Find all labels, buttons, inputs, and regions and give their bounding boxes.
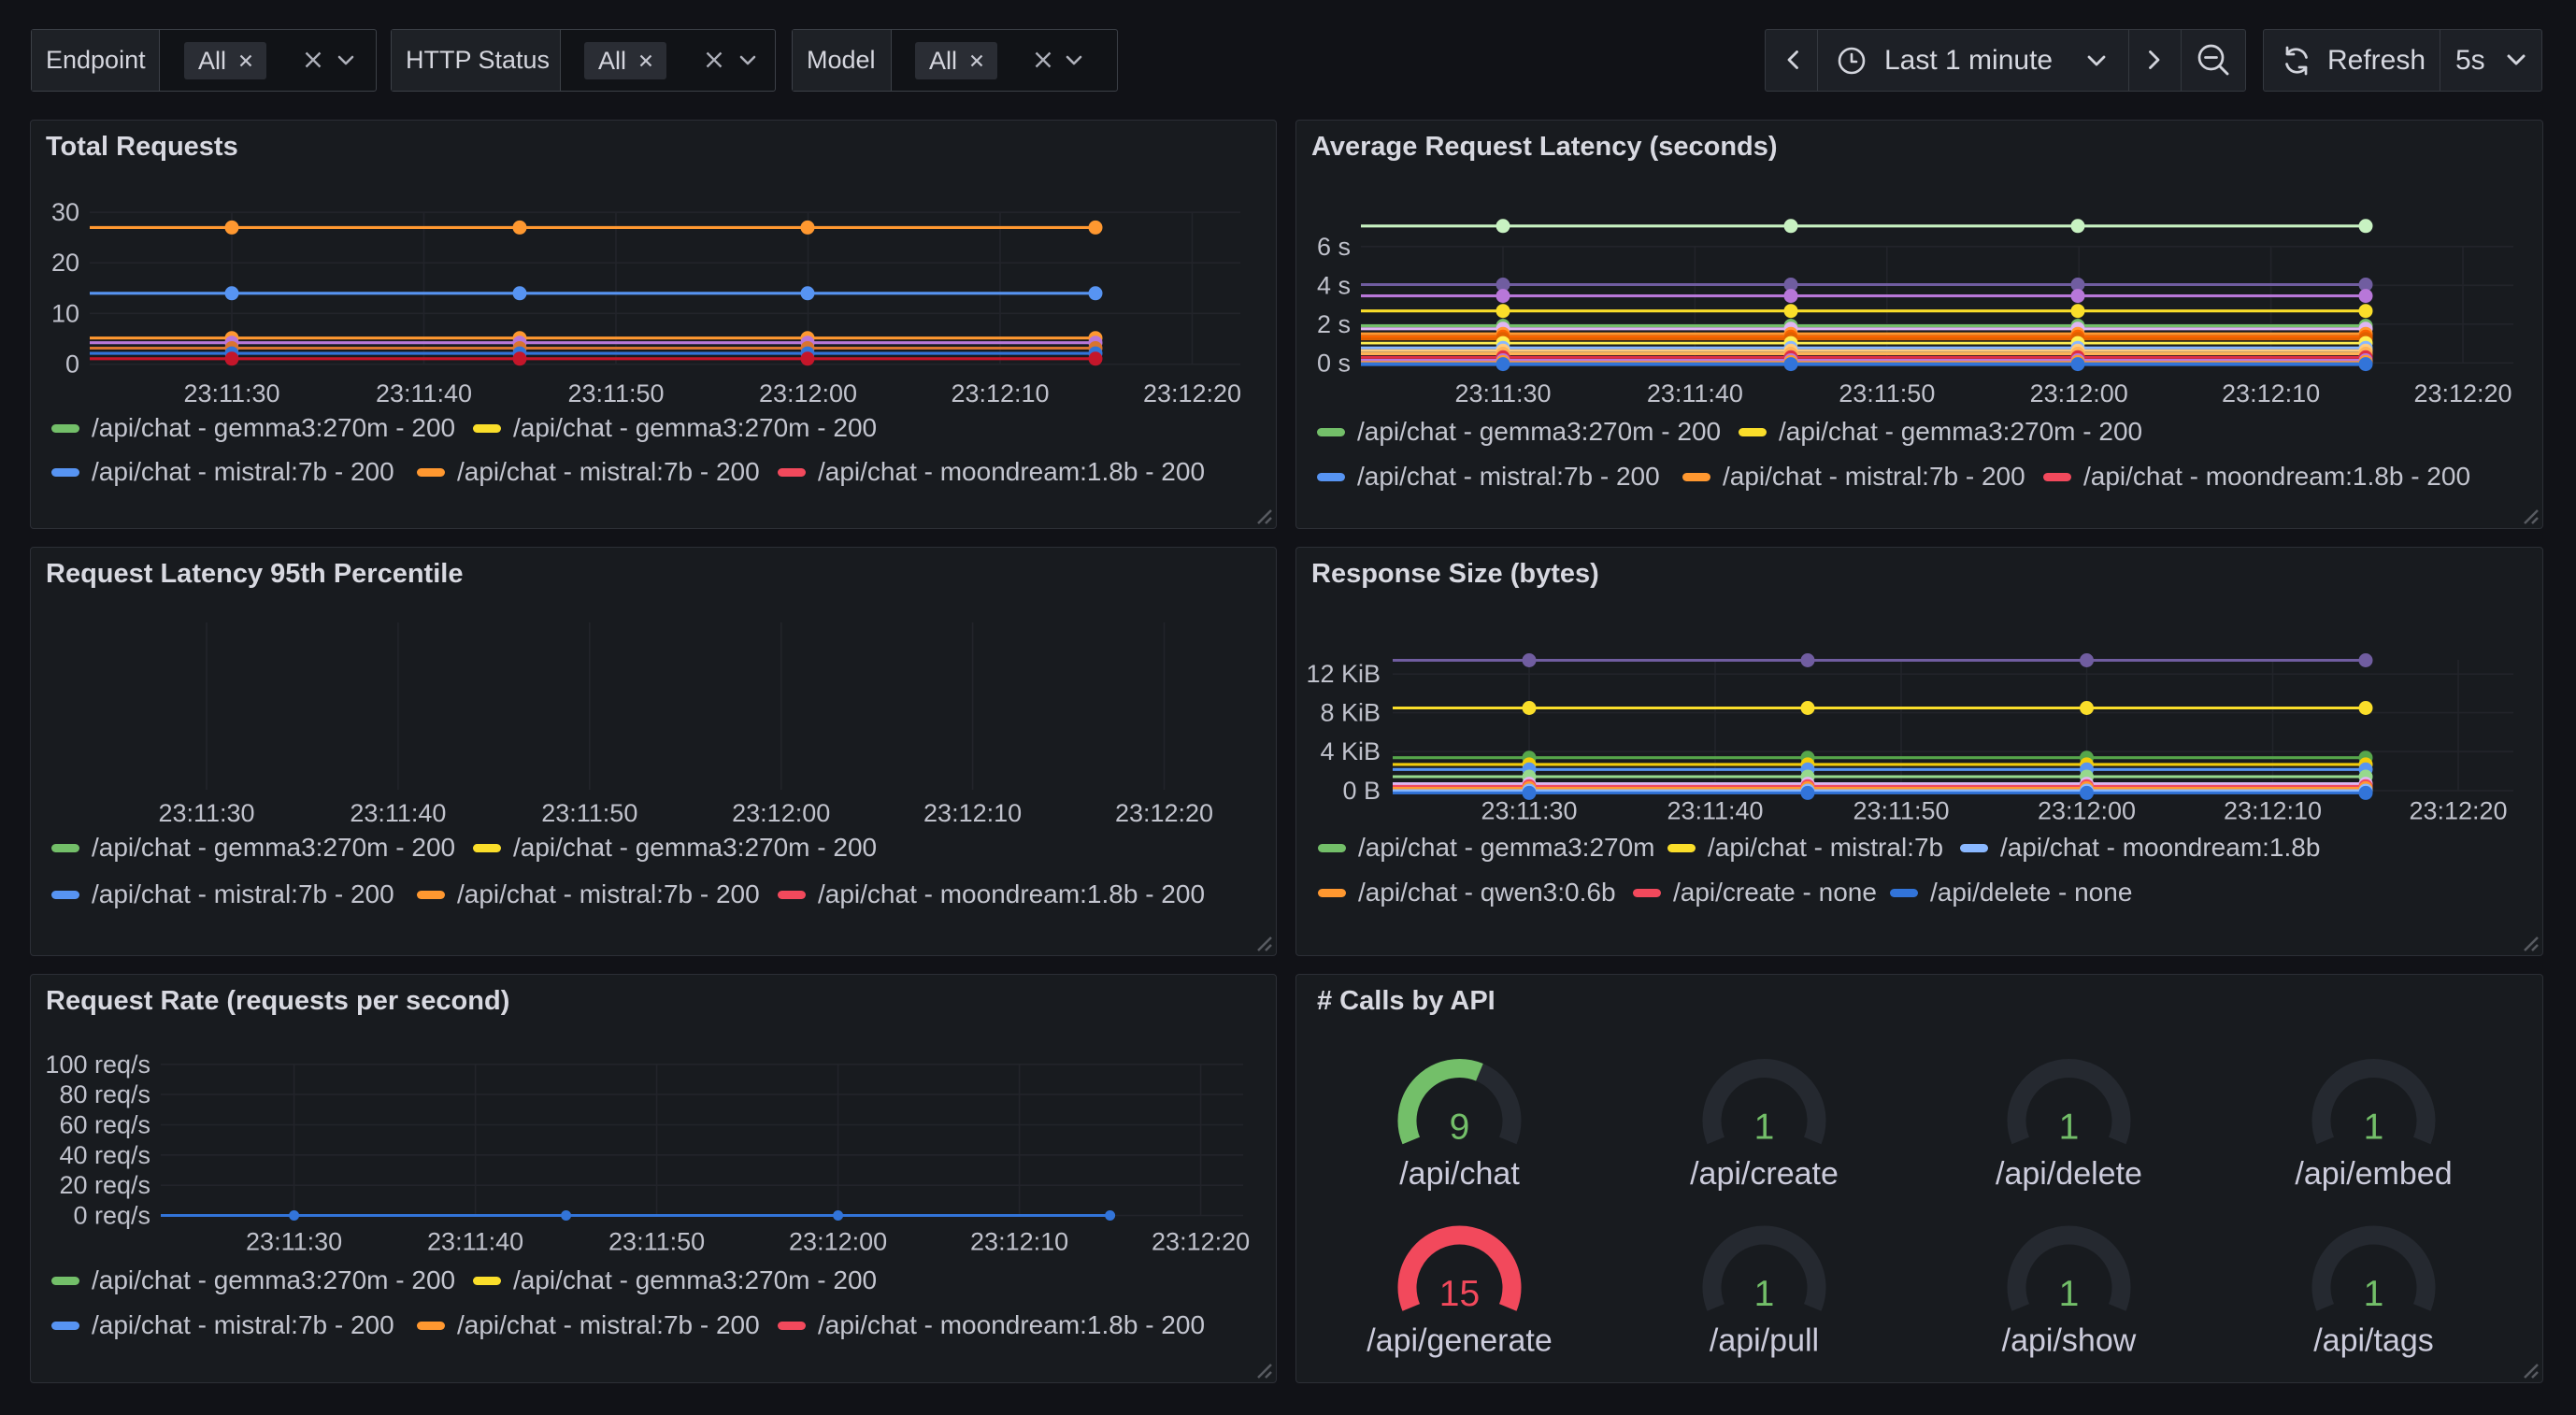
svg-text:23:12:00: 23:12:00 — [789, 1228, 887, 1256]
svg-text:80 req/s: 80 req/s — [59, 1080, 150, 1108]
svg-text:1: 1 — [2364, 1108, 2384, 1148]
svg-text:23:12:00: 23:12:00 — [2038, 797, 2136, 825]
svg-text:/api/tags: /api/tags — [2313, 1323, 2434, 1359]
svg-text:4 s: 4 s — [1317, 271, 1351, 299]
svg-text:23:11:50: 23:11:50 — [1839, 379, 1935, 407]
svg-text:1: 1 — [2364, 1274, 2384, 1314]
svg-text:15: 15 — [1439, 1274, 1480, 1314]
svg-text:/api/delete: /api/delete — [1996, 1156, 2142, 1192]
svg-text:100 req/s: 100 req/s — [45, 1051, 150, 1079]
svg-text:23:11:30: 23:11:30 — [183, 379, 279, 407]
svg-text:10: 10 — [51, 299, 79, 327]
svg-text:0 req/s: 0 req/s — [73, 1202, 150, 1230]
svg-text:23:11:30: 23:11:30 — [158, 799, 254, 827]
svg-text:8 KiB: 8 KiB — [1320, 699, 1381, 727]
svg-text:23:12:20: 23:12:20 — [2413, 379, 2512, 407]
svg-text:23:12:00: 23:12:00 — [759, 379, 857, 407]
svg-text:23:12:20: 23:12:20 — [2409, 797, 2507, 825]
svg-text:23:11:50: 23:11:50 — [608, 1228, 705, 1256]
svg-text:23:11:40: 23:11:40 — [350, 799, 446, 827]
svg-text:23:12:10: 23:12:10 — [923, 799, 1022, 827]
svg-text:23:12:10: 23:12:10 — [970, 1228, 1068, 1256]
svg-text:23:12:10: 23:12:10 — [951, 379, 1049, 407]
svg-text:23:11:30: 23:11:30 — [1454, 379, 1551, 407]
svg-text:/api/chat: /api/chat — [1399, 1156, 1520, 1192]
svg-text:23:11:50: 23:11:50 — [567, 379, 664, 407]
svg-text:20 req/s: 20 req/s — [59, 1171, 150, 1199]
svg-text:30: 30 — [51, 198, 79, 226]
svg-text:23:11:30: 23:11:30 — [1481, 797, 1577, 825]
svg-text:23:11:40: 23:11:40 — [1647, 379, 1743, 407]
svg-text:23:12:20: 23:12:20 — [1143, 379, 1241, 407]
svg-text:1: 1 — [1754, 1108, 1775, 1148]
svg-text:23:12:00: 23:12:00 — [732, 799, 830, 827]
svg-text:2 s: 2 s — [1317, 310, 1351, 338]
svg-text:23:12:10: 23:12:10 — [2222, 379, 2320, 407]
svg-text:/api/embed: /api/embed — [2295, 1156, 2452, 1192]
svg-text:/api/create: /api/create — [1690, 1156, 1839, 1192]
svg-text:1: 1 — [2059, 1108, 2080, 1148]
svg-text:4 KiB: 4 KiB — [1320, 737, 1381, 765]
svg-text:12 KiB: 12 KiB — [1306, 660, 1381, 688]
svg-text:/api/pull: /api/pull — [1710, 1323, 1819, 1359]
svg-text:23:11:40: 23:11:40 — [427, 1228, 523, 1256]
svg-text:23:11:40: 23:11:40 — [1667, 797, 1763, 825]
svg-text:9: 9 — [1450, 1108, 1470, 1148]
svg-text:23:11:40: 23:11:40 — [376, 379, 472, 407]
svg-text:20: 20 — [51, 249, 79, 277]
svg-text:23:11:30: 23:11:30 — [246, 1228, 342, 1256]
svg-text:1: 1 — [1754, 1274, 1775, 1314]
svg-text:60 req/s: 60 req/s — [59, 1111, 150, 1139]
svg-text:23:12:00: 23:12:00 — [2030, 379, 2128, 407]
svg-text:23:11:50: 23:11:50 — [541, 799, 637, 827]
svg-text:0 B: 0 B — [1342, 777, 1381, 805]
svg-text:0: 0 — [65, 350, 79, 379]
svg-text:/api/show: /api/show — [2002, 1323, 2137, 1359]
svg-text:23:11:50: 23:11:50 — [1853, 797, 1949, 825]
svg-text:6 s: 6 s — [1317, 233, 1351, 261]
svg-text:23:12:20: 23:12:20 — [1152, 1228, 1250, 1256]
svg-text:0 s: 0 s — [1317, 349, 1351, 377]
svg-text:23:12:20: 23:12:20 — [1115, 799, 1213, 827]
svg-text:/api/generate: /api/generate — [1367, 1323, 1553, 1359]
svg-text:23:12:10: 23:12:10 — [2224, 797, 2322, 825]
svg-text:1: 1 — [2059, 1274, 2080, 1314]
svg-text:40 req/s: 40 req/s — [59, 1141, 150, 1169]
